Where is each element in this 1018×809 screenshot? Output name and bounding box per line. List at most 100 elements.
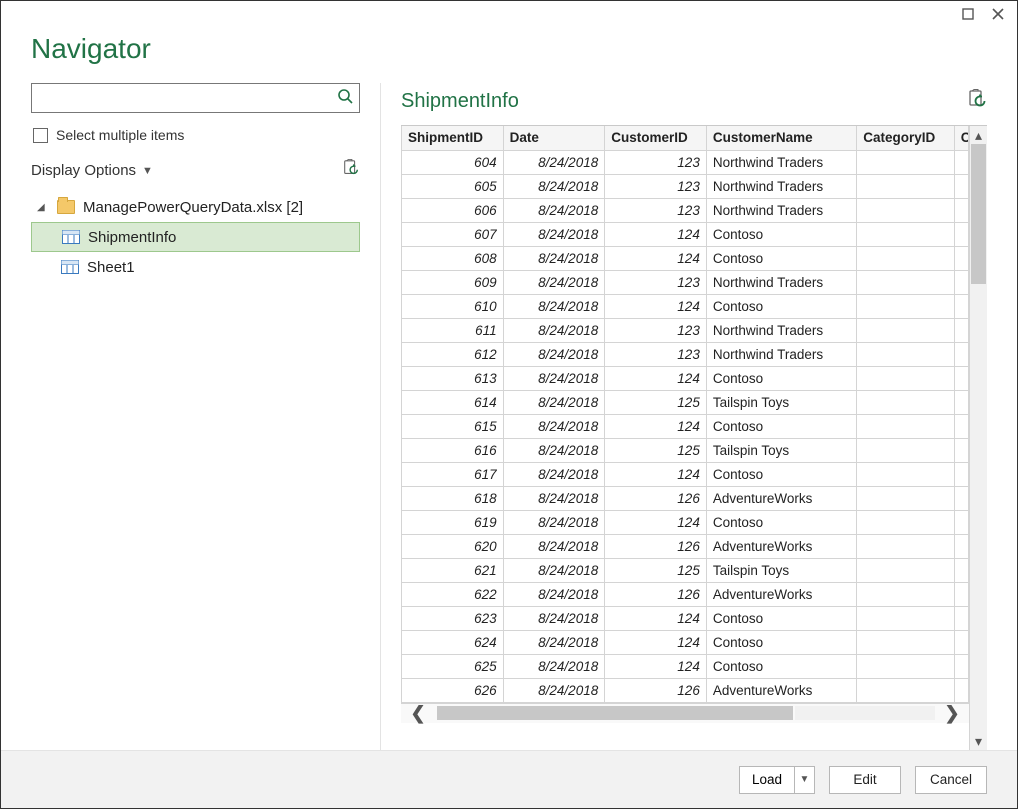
cell-customername: Tailspin Toys (706, 390, 856, 414)
cell-date: 8/24/2018 (503, 246, 605, 270)
cell-shipmentid: 609 (402, 270, 504, 294)
load-dropdown-button[interactable]: ▼ (795, 766, 815, 794)
col-shipmentid[interactable]: ShipmentID (402, 126, 504, 150)
cell-customerid: 124 (605, 510, 707, 534)
cell-extra (954, 366, 968, 390)
table-row[interactable]: 6088/24/2018124Contoso (402, 246, 969, 270)
tree-view: ◢ ManagePowerQueryData.xlsx [2] Shipment… (31, 192, 360, 282)
cancel-button[interactable]: Cancel (915, 766, 987, 794)
cell-categoryid (857, 246, 955, 270)
cell-date: 8/24/2018 (503, 510, 605, 534)
cell-extra (954, 606, 968, 630)
table-row[interactable]: 6138/24/2018124Contoso (402, 366, 969, 390)
cell-customername: Contoso (706, 606, 856, 630)
cell-extra (954, 222, 968, 246)
cell-categoryid (857, 294, 955, 318)
cell-extra (954, 654, 968, 678)
select-multiple-row[interactable]: Select multiple items (33, 127, 360, 143)
table-row[interactable]: 6268/24/2018126AdventureWorks (402, 678, 969, 702)
cell-extra (954, 318, 968, 342)
cell-shipmentid: 613 (402, 366, 504, 390)
cell-categoryid (857, 150, 955, 174)
cell-shipmentid: 616 (402, 438, 504, 462)
cell-shipmentid: 625 (402, 654, 504, 678)
table-row[interactable]: 6118/24/2018123Northwind Traders (402, 318, 969, 342)
hscroll-thumb[interactable] (437, 706, 793, 720)
cell-extra (954, 414, 968, 438)
cell-date: 8/24/2018 (503, 198, 605, 222)
table-row[interactable]: 6068/24/2018123Northwind Traders (402, 198, 969, 222)
table-row[interactable]: 6108/24/2018124Contoso (402, 294, 969, 318)
cell-customername: Northwind Traders (706, 150, 856, 174)
cell-customerid: 123 (605, 342, 707, 366)
scroll-down-icon[interactable]: ▾ (975, 732, 982, 750)
tree-item-label: ShipmentInfo (88, 229, 176, 246)
table-row[interactable]: 6178/24/2018124Contoso (402, 462, 969, 486)
table-row[interactable]: 6228/24/2018126AdventureWorks (402, 582, 969, 606)
cell-customername: Northwind Traders (706, 198, 856, 222)
vscroll-thumb[interactable] (971, 144, 986, 284)
table-row[interactable]: 6058/24/2018123Northwind Traders (402, 174, 969, 198)
tree-root[interactable]: ◢ ManagePowerQueryData.xlsx [2] (31, 192, 360, 222)
table-icon (62, 230, 80, 244)
hscroll-track-rest[interactable] (795, 706, 935, 720)
table-row[interactable]: 6258/24/2018124Contoso (402, 654, 969, 678)
cell-categoryid (857, 558, 955, 582)
col-extra[interactable]: C (954, 126, 968, 150)
cell-customername: Contoso (706, 654, 856, 678)
tree-item-shipmentinfo[interactable]: ShipmentInfo (31, 222, 360, 252)
cell-customerid: 126 (605, 582, 707, 606)
display-options-button[interactable]: Display Options ▼ (31, 162, 153, 179)
cell-date: 8/24/2018 (503, 558, 605, 582)
table-row[interactable]: 6128/24/2018123Northwind Traders (402, 342, 969, 366)
table-row[interactable]: 6148/24/2018125Tailspin Toys (402, 390, 969, 414)
scroll-right-icon[interactable]: ❯ (935, 703, 969, 724)
table-row[interactable]: 6208/24/2018126AdventureWorks (402, 534, 969, 558)
cell-extra (954, 390, 968, 414)
table-row[interactable]: 6218/24/2018125Tailspin Toys (402, 558, 969, 582)
table-row[interactable]: 6238/24/2018124Contoso (402, 606, 969, 630)
maximize-icon[interactable] (953, 3, 983, 25)
table-row[interactable]: 6248/24/2018124Contoso (402, 630, 969, 654)
search-icon[interactable] (337, 88, 353, 109)
vertical-scrollbar[interactable]: ▴ ▾ (969, 126, 987, 750)
table-row[interactable]: 6098/24/2018123Northwind Traders (402, 270, 969, 294)
expand-icon[interactable]: ◢ (37, 202, 49, 213)
cell-extra (954, 438, 968, 462)
refresh-icon[interactable] (342, 159, 360, 182)
table-row[interactable]: 6158/24/2018124Contoso (402, 414, 969, 438)
search-input-wrap[interactable] (31, 83, 360, 113)
col-date[interactable]: Date (503, 126, 605, 150)
table-row[interactable]: 6168/24/2018125Tailspin Toys (402, 438, 969, 462)
cell-customerid: 123 (605, 270, 707, 294)
cell-date: 8/24/2018 (503, 270, 605, 294)
load-button[interactable]: Load (739, 766, 795, 794)
scroll-up-icon[interactable]: ▴ (975, 126, 982, 144)
tree-item-sheet1[interactable]: Sheet1 (31, 252, 360, 282)
cell-categoryid (857, 438, 955, 462)
tree-item-label: Sheet1 (87, 259, 135, 276)
cell-date: 8/24/2018 (503, 462, 605, 486)
scroll-left-icon[interactable]: ❮ (401, 703, 435, 724)
search-input[interactable] (38, 89, 337, 107)
col-customerid[interactable]: CustomerID (605, 126, 707, 150)
col-categoryid[interactable]: CategoryID (857, 126, 955, 150)
table-row[interactable]: 6048/24/2018123Northwind Traders (402, 150, 969, 174)
select-multiple-checkbox[interactable] (33, 128, 48, 143)
cell-categoryid (857, 534, 955, 558)
edit-button[interactable]: Edit (829, 766, 901, 794)
refresh-preview-icon[interactable] (967, 89, 987, 114)
cell-shipmentid: 619 (402, 510, 504, 534)
navigator-dialog: Navigator Select multiple items Display … (0, 0, 1018, 809)
table-row[interactable]: 6078/24/2018124Contoso (402, 222, 969, 246)
cell-categoryid (857, 510, 955, 534)
left-panel: Select multiple items Display Options ▼ … (31, 83, 381, 750)
table-row[interactable]: 6198/24/2018124Contoso (402, 510, 969, 534)
vscroll-track[interactable] (970, 144, 987, 732)
col-customername[interactable]: CustomerName (706, 126, 856, 150)
table-icon (61, 260, 79, 274)
close-icon[interactable] (983, 3, 1013, 25)
horizontal-scrollbar[interactable]: ❮ ❯ (401, 703, 969, 723)
cell-categoryid (857, 462, 955, 486)
table-row[interactable]: 6188/24/2018126AdventureWorks (402, 486, 969, 510)
